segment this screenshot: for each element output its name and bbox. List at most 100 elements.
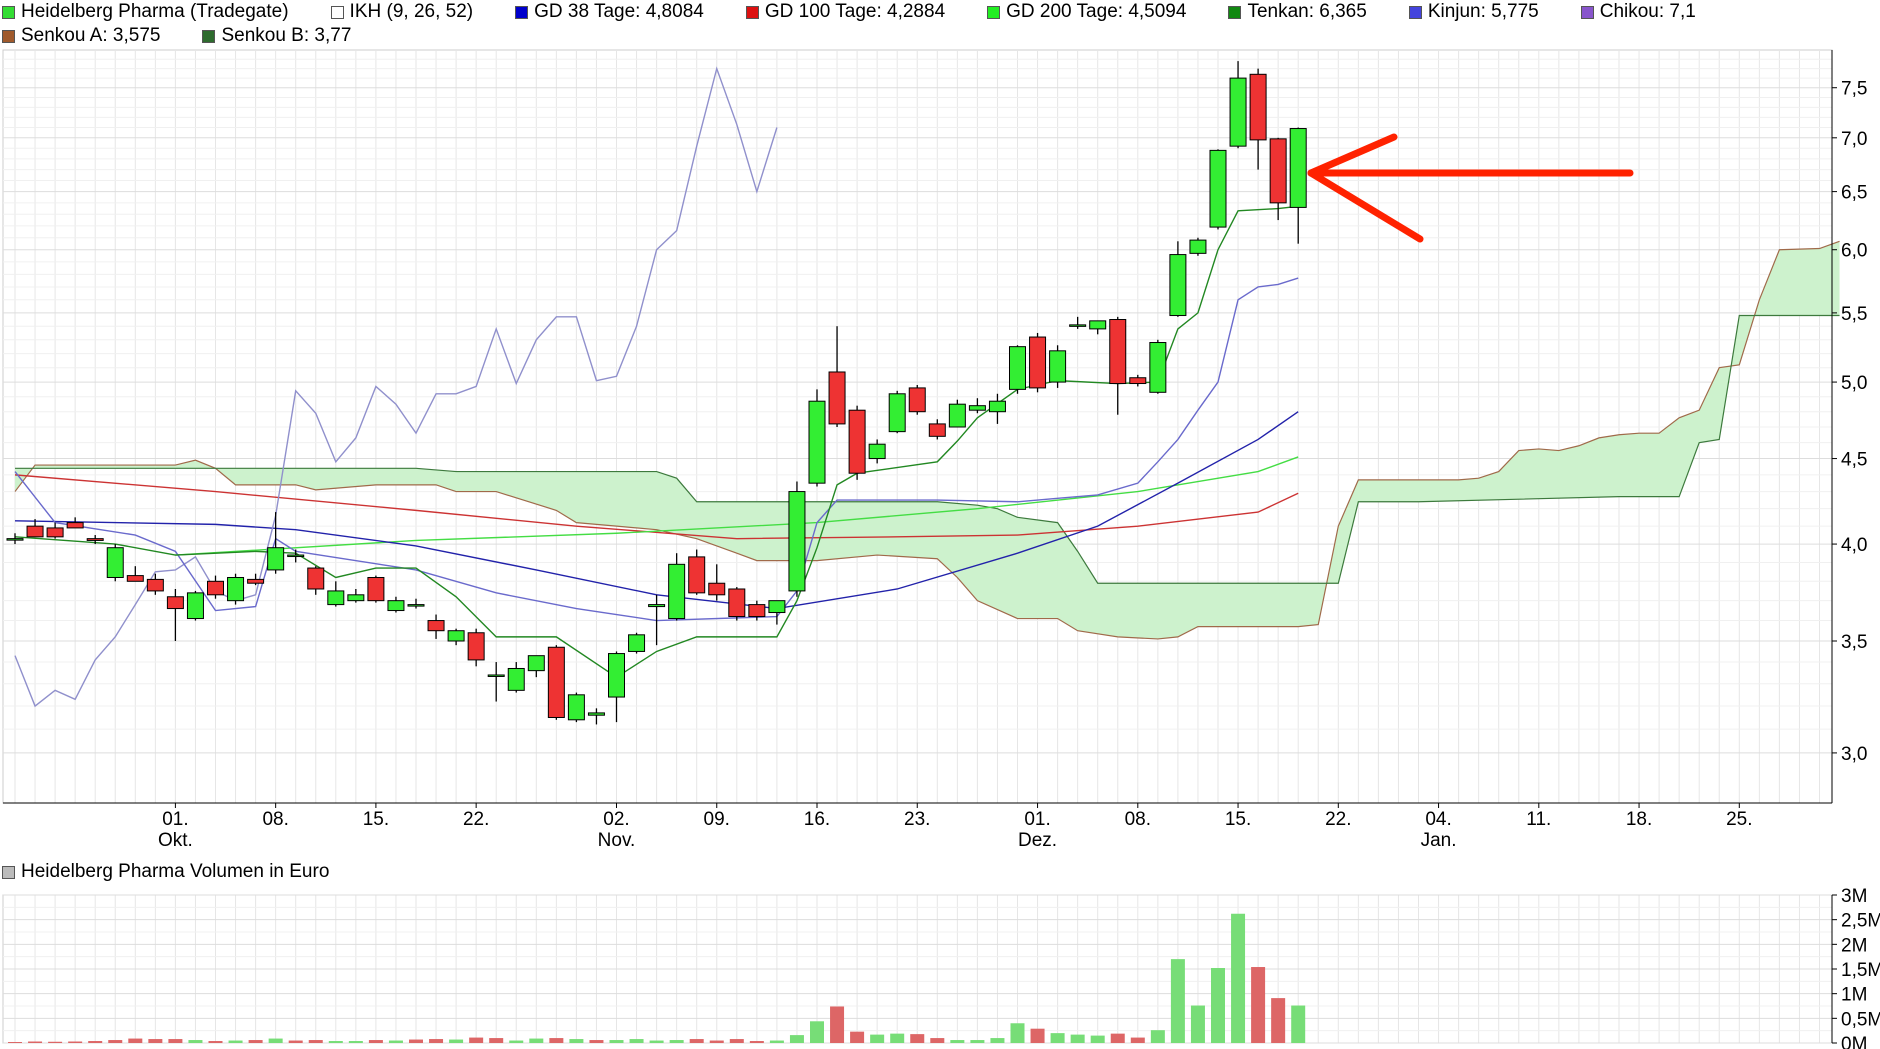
candle-up — [186, 592, 204, 620]
volume-bar-down — [368, 1040, 383, 1043]
volume-bar-down — [68, 1041, 83, 1043]
volume-bar-down — [489, 1038, 504, 1043]
y-tick-label: 5,5 — [1841, 304, 1867, 325]
volume-bar-up — [990, 1038, 1005, 1043]
volume-bar-up — [1170, 959, 1185, 1043]
volume-bar-down — [48, 1041, 63, 1043]
candle-down — [748, 604, 766, 618]
candle-down — [828, 371, 846, 425]
candle-down — [1269, 138, 1287, 204]
volume-bar-down — [168, 1039, 183, 1043]
vol-y-tick-label: 0,5M — [1841, 1009, 1880, 1030]
candle-up — [1189, 239, 1207, 254]
volume-bar-up — [228, 1040, 243, 1043]
volume-bar-up — [1090, 1035, 1105, 1043]
candle-up — [1209, 149, 1227, 228]
y-tick-label: 4,5 — [1841, 450, 1867, 471]
vol-y-tick-label: 0M — [1841, 1034, 1867, 1049]
volume-bar-up — [789, 1035, 804, 1043]
candle-up — [948, 403, 966, 428]
volume-grid — [2, 894, 1833, 1044]
candle-down — [708, 582, 726, 596]
x-tick-month: Dez. — [1018, 830, 1057, 851]
volume-bar-up — [950, 1040, 965, 1043]
candle-down — [1129, 377, 1147, 385]
y-tick-label: 6,0 — [1841, 241, 1867, 262]
volume-bar-up — [1211, 968, 1225, 1043]
candle-up — [868, 443, 886, 460]
candle-up — [347, 594, 365, 602]
volume-bar-down — [1251, 967, 1266, 1043]
volume-bar-down — [409, 1039, 423, 1043]
volume-bar-up — [769, 1040, 784, 1043]
vol-y-tick-label: 2M — [1841, 935, 1867, 956]
x-tick-month: Jan. — [1421, 830, 1457, 851]
candle-up — [608, 653, 625, 698]
candle-up — [788, 491, 806, 592]
volume-bar-up — [188, 1040, 203, 1043]
vol-y-tick-label: 3M — [1841, 886, 1867, 907]
y-tick-label: 6,5 — [1841, 183, 1867, 204]
candle-up — [1069, 324, 1087, 327]
candle-down — [46, 527, 64, 538]
x-tick-label: 04. — [1425, 809, 1451, 830]
candle-down — [166, 596, 184, 610]
volume-bar-down — [910, 1034, 925, 1043]
volume-bar-up — [870, 1034, 885, 1043]
x-tick-label: 01. — [1024, 809, 1050, 830]
volume-bar-up — [529, 1038, 544, 1043]
candle-down — [146, 578, 164, 592]
volume-bar-up — [810, 1021, 824, 1043]
volume-bar-up — [1150, 1030, 1165, 1043]
candle-up — [628, 634, 646, 652]
chart-area: 3,03,54,04,55,05,56,06,57,07,501.Okt.08.… — [2, 49, 1880, 1049]
x-tick-label: 09. — [704, 809, 730, 830]
vol-y-tick-label: 1,5M — [1841, 960, 1880, 981]
x-tick-label: 08. — [1125, 809, 1151, 830]
candle-up — [447, 630, 465, 642]
candle-down — [728, 588, 746, 618]
candle-up — [1149, 342, 1167, 393]
candle-up — [1009, 346, 1026, 390]
volume-bar-down — [128, 1038, 143, 1043]
volume-bar-down — [1110, 1033, 1125, 1043]
volume-bar-down — [148, 1039, 163, 1043]
candle-down — [467, 632, 485, 661]
y-tick-label: 5,0 — [1841, 373, 1867, 394]
candle-up — [507, 667, 525, 691]
volume-bar-up — [268, 1038, 283, 1043]
candle-up — [387, 600, 405, 612]
candle-up — [227, 576, 245, 602]
y-tick-label: 7,5 — [1841, 79, 1867, 100]
volume-bar-down — [208, 1041, 223, 1043]
candle-up — [487, 674, 505, 677]
candle-down — [848, 409, 866, 474]
candle-down — [1109, 319, 1127, 385]
candle-up — [1289, 128, 1307, 208]
volume-bar-down — [108, 1040, 123, 1043]
candle-down — [688, 556, 706, 594]
x-tick-label: 11. — [1526, 809, 1551, 830]
volume-bar-up — [348, 1041, 363, 1043]
x-tick-month: Okt. — [158, 830, 193, 851]
y-tick-label: 3,5 — [1841, 632, 1867, 653]
volume-bar-up — [1190, 1005, 1205, 1043]
x-tick-label: 08. — [262, 809, 288, 830]
volume-bar-down — [248, 1040, 263, 1043]
x-tick-label: 22. — [1325, 809, 1351, 830]
volume-bar-up — [890, 1033, 905, 1043]
volume-bar-up — [328, 1041, 343, 1043]
volume-bar-up — [649, 1040, 664, 1043]
volume-bar-up — [1050, 1033, 1065, 1043]
vol-y-tick-label: 1M — [1841, 985, 1867, 1006]
candle-up — [567, 694, 585, 721]
candle-up — [768, 600, 786, 614]
volume-bar-up — [1231, 913, 1246, 1043]
candle-down — [908, 387, 926, 413]
volume-bar-down — [1130, 1037, 1145, 1043]
y-tick-label: 3,0 — [1841, 744, 1867, 765]
volume-bar-down — [288, 1040, 303, 1043]
candle-down — [1249, 73, 1267, 141]
volume-bar-down — [549, 1038, 564, 1043]
x-tick-label: 23. — [904, 809, 930, 830]
